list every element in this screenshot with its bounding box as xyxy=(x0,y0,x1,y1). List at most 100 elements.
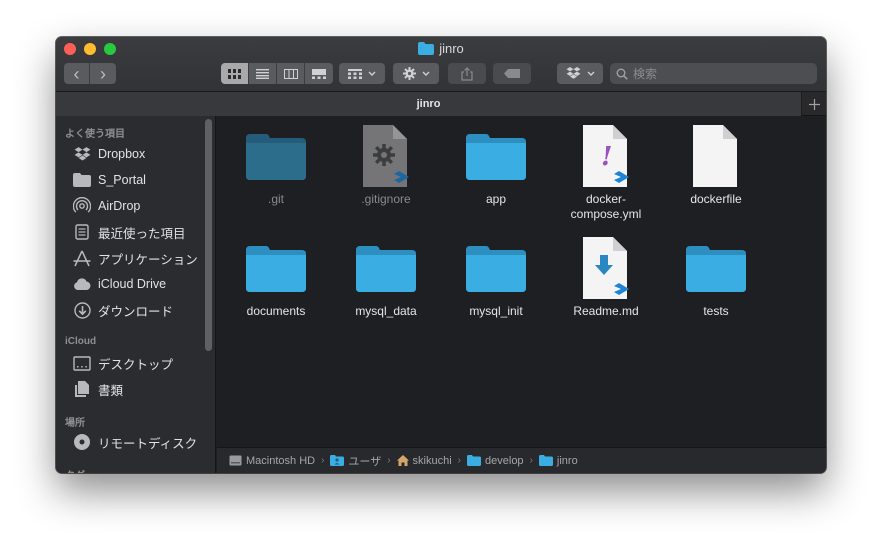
chevron-down-icon xyxy=(422,71,429,76)
sidebar-item-downloads[interactable]: ダウンロード xyxy=(72,299,173,321)
sidebar-item-label: アプリケーション xyxy=(98,252,198,267)
file-name: .git xyxy=(267,192,284,206)
file-item-readme[interactable]: Readme.md xyxy=(551,236,661,319)
file-grid: .git .gitignore app ! docker- compose.ym… xyxy=(217,116,826,447)
sidebar-item-airdrop[interactable]: AirDrop xyxy=(72,195,140,217)
list-icon xyxy=(256,68,269,79)
file-name: mysql_data xyxy=(355,304,417,318)
sidebar-item-applications[interactable]: アプリケーション xyxy=(72,247,198,269)
new-tab-button[interactable] xyxy=(802,92,826,116)
cloud-icon xyxy=(72,275,92,293)
sidebar-item-desktop[interactable]: デスクトップ xyxy=(72,352,173,374)
share-icon xyxy=(461,66,473,81)
group-by-button[interactable] xyxy=(339,63,385,84)
file-item-mysql-init[interactable]: mysql_init xyxy=(441,236,551,319)
download-icon xyxy=(72,301,92,319)
file-name: .gitignore xyxy=(361,192,411,206)
search-placeholder: 検索 xyxy=(633,67,658,81)
sidebar-item-label: ダウンロード xyxy=(98,304,174,319)
disc-icon xyxy=(72,433,92,451)
tab-bar: jinro xyxy=(56,92,826,116)
folder-icon xyxy=(418,42,435,55)
chevron-down-icon xyxy=(587,71,594,76)
hard-drive-icon xyxy=(229,455,242,466)
path-separator: › xyxy=(529,455,533,466)
path-label: skikuchi xyxy=(412,454,452,467)
path-label: jinro xyxy=(556,454,578,467)
path-item-users[interactable]: ユーザ xyxy=(330,453,381,469)
group-grid-icon xyxy=(348,68,362,79)
gear-icon xyxy=(402,67,416,80)
path-label: ユーザ xyxy=(348,455,382,468)
sidebar-item-label: Dropbox xyxy=(98,147,146,161)
tag-icon xyxy=(504,69,520,78)
view-mode-control xyxy=(221,63,333,84)
list-view-button[interactable] xyxy=(249,63,277,84)
file-item-mysql-data[interactable]: mysql_data xyxy=(331,236,441,319)
columns-icon xyxy=(283,68,298,79)
column-view-button[interactable] xyxy=(277,63,305,84)
sidebar-item-remote-disc[interactable]: リモートディスク xyxy=(72,431,197,453)
blank-document-icon xyxy=(684,124,748,188)
grid-icon xyxy=(228,68,241,79)
sidebar-item-label: S_Portal xyxy=(98,173,146,187)
nav-buttons: ‹ › xyxy=(64,63,116,84)
file-name: mysql_init xyxy=(469,304,523,318)
sidebar-item-label: デスクトップ xyxy=(98,357,174,372)
sidebar: よく使う項目 Dropbox S_Portal AirDrop 最近使った項目 … xyxy=(56,116,216,473)
svg-text:!: ! xyxy=(601,142,612,172)
airdrop-icon xyxy=(72,197,92,215)
dropbox-icon xyxy=(566,67,580,79)
sidebar-item-documents[interactable]: 書類 xyxy=(72,378,123,400)
share-button[interactable] xyxy=(448,63,486,84)
gallery-view-button[interactable] xyxy=(305,63,333,84)
file-name: documents xyxy=(246,304,306,318)
tab-label: jinro xyxy=(416,98,441,110)
applications-icon xyxy=(72,249,92,267)
folder-icon xyxy=(538,455,553,466)
action-menu-button[interactable] xyxy=(393,63,439,84)
file-item-gitignore[interactable]: .gitignore xyxy=(331,124,441,207)
finder-window: jinro ‹ › 検索 jinro よく使う項目 Dropbox S_Port… xyxy=(56,37,826,473)
file-item-git[interactable]: .git xyxy=(221,124,331,207)
path-item-skikuchi[interactable]: skikuchi xyxy=(396,454,452,467)
yml-document-icon: ! xyxy=(574,124,638,188)
sidebar-item-label: 最近使った項目 xyxy=(98,226,186,241)
file-item-app[interactable]: app xyxy=(441,124,551,207)
sidebar-scrollbar[interactable] xyxy=(205,119,212,351)
tab-jinro[interactable]: jinro xyxy=(56,92,802,116)
gallery-icon xyxy=(312,68,326,79)
folder-icon xyxy=(464,124,528,188)
path-item-develop[interactable]: develop xyxy=(467,455,524,467)
icon-view-button[interactable] xyxy=(221,63,249,84)
path-item-macintosh-hd[interactable]: Macintosh HD xyxy=(229,455,315,467)
sidebar-item-icloud-drive[interactable]: iCloud Drive xyxy=(72,273,166,295)
edit-tags-button[interactable] xyxy=(493,63,531,84)
sidebar-item-label: iCloud Drive xyxy=(98,277,167,291)
search-field[interactable]: 検索 xyxy=(610,63,817,84)
sidebar-item-dropbox[interactable]: Dropbox xyxy=(72,143,145,165)
sidebar-item-recents[interactable]: 最近使った項目 xyxy=(72,221,186,243)
path-separator: › xyxy=(387,455,391,466)
sidebar-item-s-portal[interactable]: S_Portal xyxy=(72,169,146,191)
back-button[interactable]: ‹ xyxy=(64,63,90,84)
desktop-icon xyxy=(72,354,92,372)
file-item-tests[interactable]: tests xyxy=(661,236,771,319)
folder-icon xyxy=(354,236,418,300)
folder-icon xyxy=(244,124,308,188)
path-separator: › xyxy=(321,455,325,466)
sidebar-header-favorites: よく使う項目 xyxy=(65,129,125,140)
chevron-down-icon xyxy=(368,71,376,76)
path-label: develop xyxy=(485,454,524,467)
file-name: tests xyxy=(703,304,729,318)
file-item-docker-compose[interactable]: ! docker- compose.yml xyxy=(551,124,661,222)
file-name: dockerfile xyxy=(690,192,742,206)
sidebar-item-label: リモートディスク xyxy=(98,436,198,451)
sidebar-header-icloud: iCloud xyxy=(65,336,97,347)
file-item-documents[interactable]: documents xyxy=(221,236,331,319)
search-icon xyxy=(616,68,628,80)
dropbox-menu-button[interactable] xyxy=(557,63,603,84)
file-item-dockerfile[interactable]: dockerfile xyxy=(661,124,771,207)
path-item-jinro[interactable]: jinro xyxy=(538,454,578,467)
forward-button[interactable]: › xyxy=(90,63,116,84)
